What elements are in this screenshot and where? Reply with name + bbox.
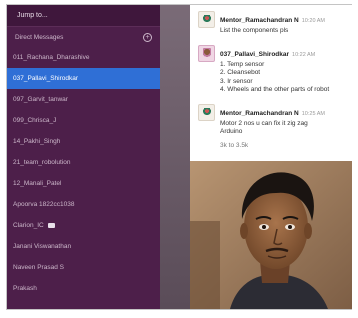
dm-item-label: 12_Manali_Patel: [13, 180, 62, 187]
dimmed-background-strip: [160, 5, 190, 309]
message-text: 2. Cleansebot: [220, 69, 261, 76]
dm-item-label: 037_Pallavi_Shirodkar: [13, 75, 79, 82]
dm-item[interactable]: Prakash: [7, 278, 160, 299]
dm-item[interactable]: 14_Pakhi_Singh: [7, 131, 160, 152]
dm-item-label: 097_Garvit_tanwar: [13, 96, 68, 103]
jump-to-search[interactable]: Jump to...: [7, 5, 160, 27]
dm-item-label: Apoorva 1822cc1038: [13, 201, 75, 208]
message: 037_Pallavi_Shirodkar 10:22 AM 1. Temp se…: [190, 39, 352, 98]
dm-item-label: 011_Rachana_Dharashive: [13, 54, 90, 61]
message: 3k to 3.5k: [190, 140, 352, 154]
message-text: 3k to 3.5k: [220, 141, 249, 149]
message-time: 10:20 AM: [301, 18, 325, 24]
message: Mentor_Ramachandran N 10:20 AM List the c…: [190, 5, 352, 39]
dm-item-label: Naveen Prasad S: [13, 264, 64, 271]
avatar[interactable]: [198, 44, 215, 62]
avatar[interactable]: [198, 103, 215, 121]
sidebar: Jump to... Direct Messages + 011_Rachana…: [7, 5, 160, 309]
dm-item[interactable]: Apoorva 1822cc1038: [7, 194, 160, 215]
dm-item[interactable]: 097_Garvit_tanwar: [7, 89, 160, 110]
dm-list: 011_Rachana_Dharashive 037_Pallavi_Shiro…: [7, 47, 160, 299]
message-text: 3. Ir sensor: [220, 77, 253, 85]
message-text: 4. Wheels and the other parts of robot: [220, 86, 330, 93]
dm-item[interactable]: Naveen Prasad S: [7, 257, 160, 278]
message-text: Motor 2 nos u can fix it zig zag: [220, 119, 308, 127]
dm-item-label: 099_Chrisca_J: [13, 117, 57, 124]
video-person-image: [190, 161, 352, 309]
direct-messages-header: Direct Messages +: [7, 27, 160, 47]
avatar[interactable]: [198, 11, 215, 28]
message-sender[interactable]: 037_Pallavi_Shirodkar: [220, 51, 289, 58]
add-direct-message-icon[interactable]: +: [143, 32, 152, 42]
dm-item-label: Prakash: [13, 285, 37, 292]
screenshot-frame: Jump to... Direct Messages + 011_Rachana…: [6, 4, 352, 310]
dm-item-label: Clarion_IC: [13, 222, 44, 229]
dm-item[interactable]: Clarion_IC: [7, 215, 160, 236]
message-text: Arduino: [220, 128, 243, 135]
message-text: 1. Temp sensor: [220, 60, 265, 68]
message-sender[interactable]: Mentor_Ramachandran N: [220, 17, 299, 24]
dm-item[interactable]: Janani Viswanathan: [7, 236, 160, 257]
dm-item-active[interactable]: 037_Pallavi_Shirodkar: [7, 68, 160, 89]
dm-item[interactable]: 21_team_robolution: [7, 152, 160, 173]
message: Mentor_Ramachandran N 10:25 AM Motor 2 no…: [190, 98, 352, 140]
dm-item-label: 21_team_robolution: [13, 159, 71, 166]
dm-item[interactable]: 099_Chrisca_J: [7, 110, 160, 131]
dm-item[interactable]: 011_Rachana_Dharashive: [7, 47, 160, 68]
video-feed[interactable]: [190, 161, 352, 309]
message-time: 10:25 AM: [301, 110, 325, 117]
direct-messages-label: Direct Messages: [15, 33, 64, 41]
chat-icon: [47, 223, 55, 228]
dm-item-label: 14_Pakhi_Singh: [13, 138, 61, 145]
message-time: 10:22 AM: [292, 51, 316, 58]
dm-item-label: Janani Viswanathan: [13, 243, 72, 250]
dm-item[interactable]: 12_Manali_Patel: [7, 173, 160, 194]
message-text: List the components pls: [220, 27, 289, 34]
message-sender[interactable]: Mentor_Ramachandran N: [220, 110, 299, 117]
chat-panel: Mentor_Ramachandran N 10:20 AM List the c…: [190, 5, 352, 161]
